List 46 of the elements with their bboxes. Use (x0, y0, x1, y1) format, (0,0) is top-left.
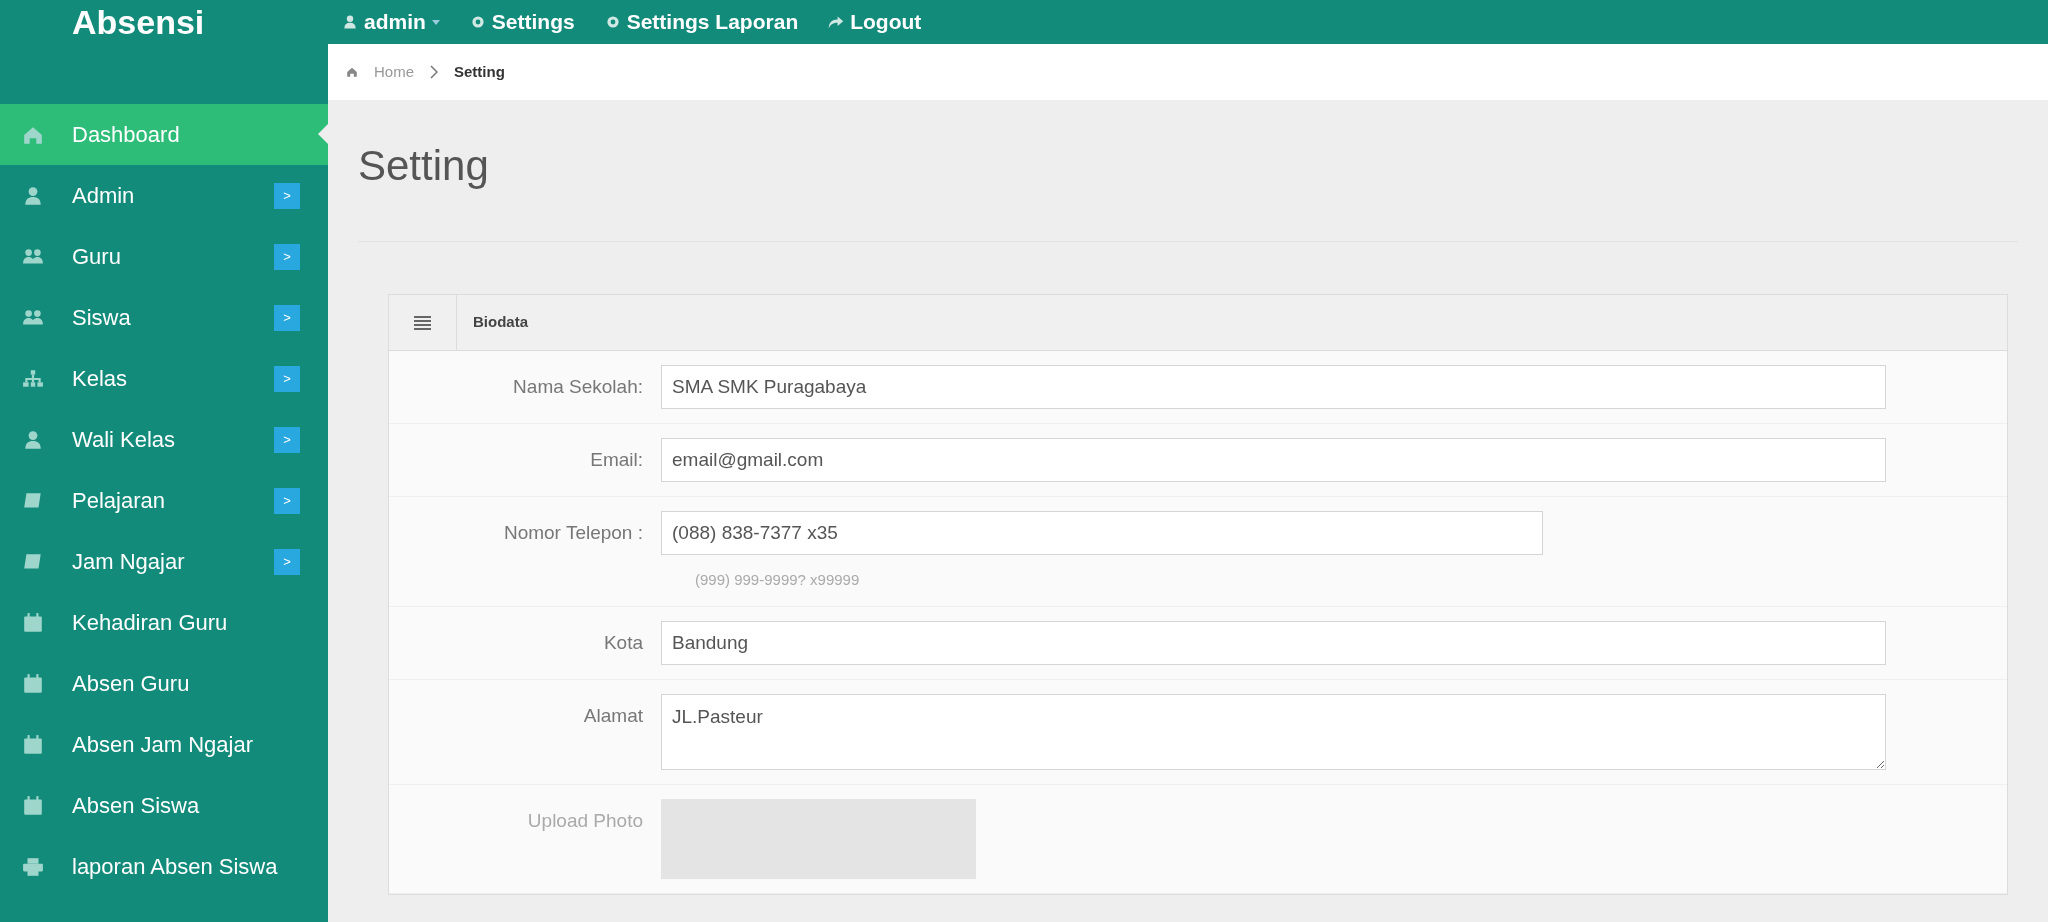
user-icon (22, 428, 44, 451)
app-title: Absensi (72, 1, 205, 43)
field-label: Email: (589, 448, 644, 472)
nav-link[interactable]: Settings Laporan (604, 6, 799, 38)
field-label: Nomor Telepon : (502, 521, 644, 545)
expand-badge: > (274, 426, 300, 453)
user-icon (342, 14, 358, 30)
share-arrow-icon (828, 14, 845, 30)
expand-badge: > (274, 548, 300, 575)
field-label: Kota (602, 630, 644, 655)
printer-icon (22, 855, 44, 878)
text-field[interactable]: email@gmail.com (661, 438, 1886, 482)
expand-badge: > (274, 487, 300, 514)
expand-badge: > (274, 365, 300, 392)
calendar-icon (22, 611, 44, 634)
expand-badge: > (274, 243, 300, 270)
user-icon (22, 184, 44, 207)
panel-title: Biodata (473, 312, 528, 333)
gear-icon (469, 14, 486, 30)
field-label: Upload Photo (526, 808, 644, 833)
calendar-icon (22, 794, 44, 817)
chevron-icon (430, 65, 438, 79)
field-label: Nama Sekolah: (512, 375, 644, 399)
home-icon (346, 66, 358, 78)
field-label: Alamat (582, 703, 644, 728)
expand-badge: > (274, 304, 300, 331)
sidebar-item[interactable]: Dashboard (0, 104, 328, 165)
pointer-icon (318, 124, 328, 144)
nav-link[interactable]: Logout (828, 6, 922, 38)
caret-icon (431, 19, 440, 25)
text-field[interactable]: SMA SMK Puragabaya (661, 365, 1886, 409)
page-title: Setting (358, 141, 490, 191)
expand-badge: > (274, 182, 300, 209)
calendar-icon (22, 672, 44, 695)
text-field[interactable]: (088) 838-7377 x35 (661, 511, 1543, 555)
sitemap-icon (22, 367, 44, 390)
nav-link[interactable]: admin (342, 6, 440, 38)
gear-icon (604, 14, 621, 30)
menu-icon (414, 315, 431, 330)
text-field[interactable]: Bandung (661, 620, 1886, 665)
calendar-icon (22, 733, 44, 756)
textarea-field[interactable]: JL.Pasteur (661, 693, 1886, 770)
format-hint: (999) 999-9999? x99999 (695, 570, 861, 590)
breadcrumb-link[interactable]: Home (374, 60, 414, 84)
nav-link[interactable]: Settings (469, 6, 575, 38)
breadcrumb-link[interactable]: Setting (454, 60, 505, 84)
